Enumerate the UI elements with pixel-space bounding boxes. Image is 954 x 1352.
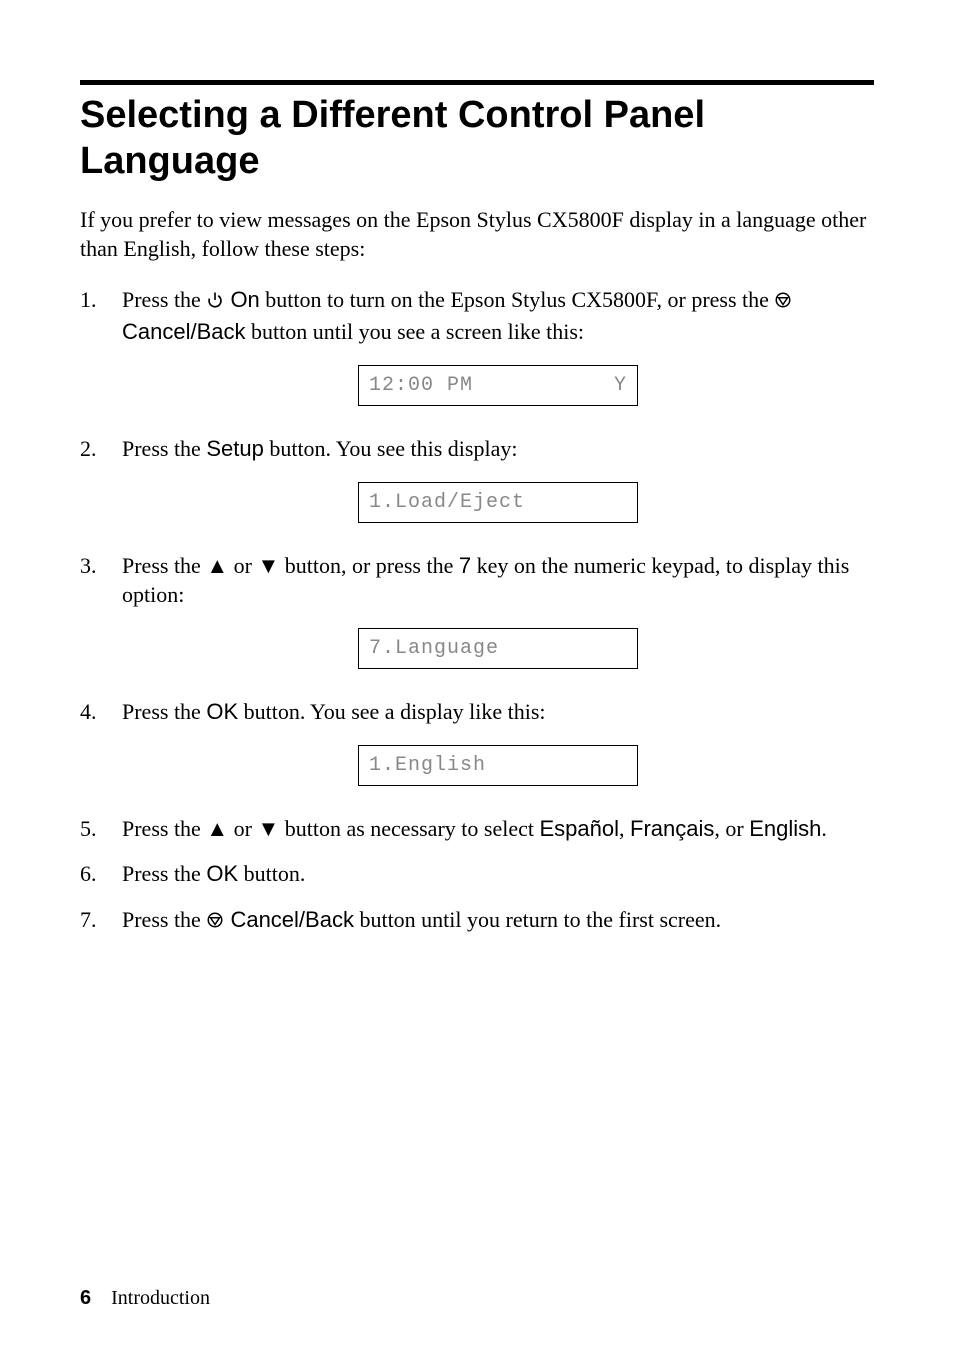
step-1: Press the On button to turn on the Epson… <box>80 285 874 405</box>
step-1-text-a: Press the <box>122 287 206 312</box>
step-6-text-a: Press the <box>122 861 206 886</box>
step-7: Press the Cancel/Back button until you r… <box>80 905 874 937</box>
cancel-back-icon-2 <box>206 907 224 937</box>
step-3: Press the ▲ or ▼ button, or press the 7 … <box>80 551 874 669</box>
up-arrow-icon: ▲ <box>206 553 228 578</box>
section-name: Introduction <box>111 1287 210 1309</box>
up-arrow-icon-2: ▲ <box>206 816 228 841</box>
step-5: Press the ▲ or ▼ button as necessary to … <box>80 814 874 844</box>
steps-list: Press the On button to turn on the Epson… <box>80 285 874 936</box>
page-footer: 6 Introduction <box>80 1287 210 1310</box>
page-heading: Selecting a Different Control Panel Lang… <box>80 93 874 184</box>
power-icon <box>206 287 224 317</box>
cancel-back-label: Cancel/Back <box>122 319 246 344</box>
setup-button-label: Setup <box>206 436 264 461</box>
cancel-back-icon <box>774 287 792 317</box>
intro-paragraph: If you prefer to view messages on the Ep… <box>80 206 874 263</box>
step-2: Press the Setup button. You see this dis… <box>80 434 874 523</box>
display-4-text: 1.English <box>369 754 486 777</box>
step-5-text-b: button as necessary to select <box>279 816 539 841</box>
down-arrow-icon-2: ▼ <box>257 816 279 841</box>
display-1-time: 12:00 PM <box>369 372 473 399</box>
comma-or: , or <box>714 816 749 841</box>
cancel-back-label-2: Cancel/Back <box>224 907 354 932</box>
display-1-indicator: Y <box>614 372 627 399</box>
step-6-text-b: button. <box>238 861 305 886</box>
step-3-or: or <box>228 553 257 578</box>
step-4-text-a: Press the <box>122 699 206 724</box>
francais-label: Français <box>630 816 714 841</box>
lcd-display-2: 1.Load/Eject <box>358 482 638 523</box>
lcd-display-4: 1.English <box>358 745 638 786</box>
ok-button-label-2: OK <box>206 861 238 886</box>
step-7-text-b: button until you return to the first scr… <box>354 907 721 932</box>
step-5-text-a: Press the <box>122 816 206 841</box>
comma-1: , <box>619 816 630 841</box>
step-5-or: or <box>228 816 257 841</box>
seven-key-label: 7 <box>459 553 471 578</box>
down-arrow-icon: ▼ <box>257 553 279 578</box>
step-7-text-a: Press the <box>122 907 206 932</box>
step-2-text-b: button. You see this display: <box>264 436 518 461</box>
on-button-label: On <box>224 287 259 312</box>
lcd-display-3: 7.Language <box>358 628 638 669</box>
step-3-text-a: Press the <box>122 553 206 578</box>
english-label: English <box>749 816 821 841</box>
display-3-text: 7.Language <box>369 637 499 660</box>
step-4: Press the OK button. You see a display l… <box>80 697 874 786</box>
step-3-text-b: button, or press the <box>279 553 459 578</box>
lcd-display-1: 12:00 PM Y <box>358 365 638 406</box>
espanol-label: Español <box>539 816 619 841</box>
display-2-text: 1.Load/Eject <box>369 491 525 514</box>
page-number: 6 <box>80 1287 91 1309</box>
step-4-text-b: button. You see a display like this: <box>238 699 545 724</box>
ok-button-label-1: OK <box>206 699 238 724</box>
step-2-text-a: Press the <box>122 436 206 461</box>
heading-rule <box>80 80 874 85</box>
step-1-text-c: button until you see a screen like this: <box>246 319 585 344</box>
step-5-period: . <box>821 816 827 841</box>
step-6: Press the OK button. <box>80 859 874 889</box>
step-1-text-b: button to turn on the Epson Stylus CX580… <box>260 287 775 312</box>
